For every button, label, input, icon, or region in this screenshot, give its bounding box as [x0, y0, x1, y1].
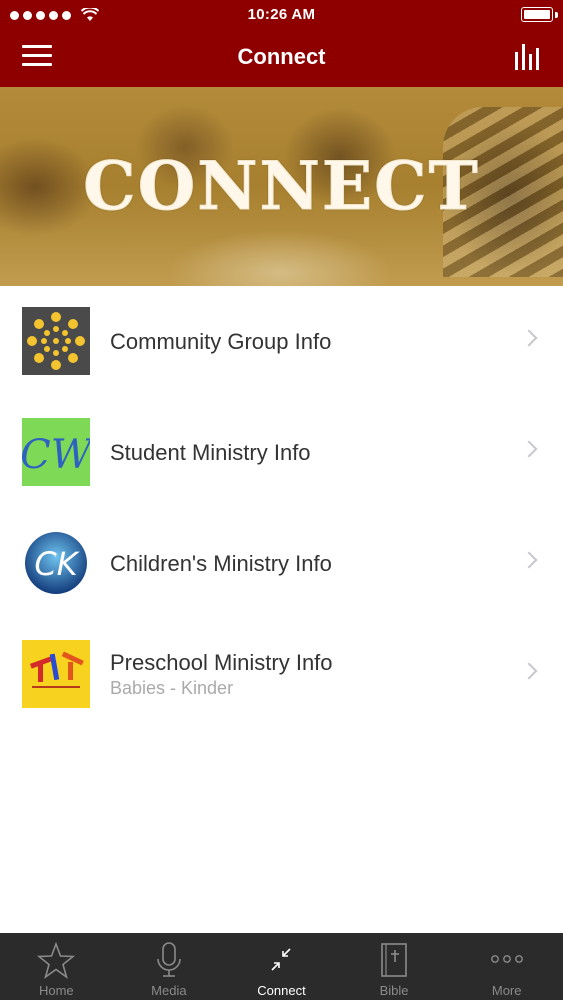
tab-more[interactable]: More: [450, 933, 563, 1000]
tools-logo: [22, 640, 90, 708]
chevron-right-icon: [520, 329, 538, 347]
item-subtitle: Babies - Kinder: [110, 678, 234, 698]
item-title: Preschool Ministry Info: [110, 650, 333, 675]
cw-logo: CW: [22, 418, 90, 486]
community-dots-icon: [22, 307, 90, 375]
banner-title: CONNECT: [83, 147, 480, 226]
chevron-right-icon: [520, 551, 538, 569]
list-item-student-ministry[interactable]: CW Student Ministry Info: [0, 397, 563, 508]
tab-label: Media: [151, 983, 187, 998]
tab-bar: Home Media Connect Bible More: [0, 933, 563, 1000]
tab-label: Home: [38, 983, 74, 998]
list-item-preschool-ministry[interactable]: Preschool Ministry Info Babies - Kinder: [0, 619, 563, 730]
tab-media[interactable]: Media: [113, 933, 226, 1000]
battery-icon: [521, 7, 553, 22]
microphone-icon: [157, 942, 181, 977]
item-title: Children's Ministry Info: [110, 550, 332, 576]
star-icon: [37, 941, 76, 979]
status-bar: 10:26 AM: [0, 0, 563, 30]
bible-icon: [381, 943, 407, 977]
cw-logo-text: CW: [22, 432, 90, 478]
tab-label: Bible: [379, 983, 409, 998]
connect-arrows-icon: [271, 948, 292, 971]
tab-home[interactable]: Home: [0, 933, 113, 1000]
ministry-list: Community Group Info CW Student Ministry…: [0, 286, 563, 730]
more-dots-icon: [490, 955, 523, 963]
list-item-community-group[interactable]: Community Group Info: [0, 286, 563, 397]
chevron-right-icon: [520, 440, 538, 458]
nav-bar: Connect: [0, 30, 563, 87]
tab-connect[interactable]: Connect: [225, 933, 338, 1000]
tab-bible[interactable]: Bible: [338, 933, 451, 1000]
ck-logo-text: CK: [34, 545, 80, 583]
list-item-childrens-ministry[interactable]: CK Children's Ministry Info: [0, 508, 563, 619]
page-title: Connect: [237, 44, 326, 69]
connect-banner: CONNECT: [0, 87, 563, 286]
chevron-right-icon: [520, 662, 538, 680]
bar-chart-icon[interactable]: [513, 42, 541, 72]
item-title: Community Group Info: [110, 328, 332, 354]
tab-label: Connect: [257, 983, 306, 998]
ck-logo: CK: [22, 529, 90, 597]
item-title: Student Ministry Info: [110, 439, 311, 465]
status-time: 10:26 AM: [247, 6, 316, 23]
tab-label: More: [491, 983, 522, 998]
